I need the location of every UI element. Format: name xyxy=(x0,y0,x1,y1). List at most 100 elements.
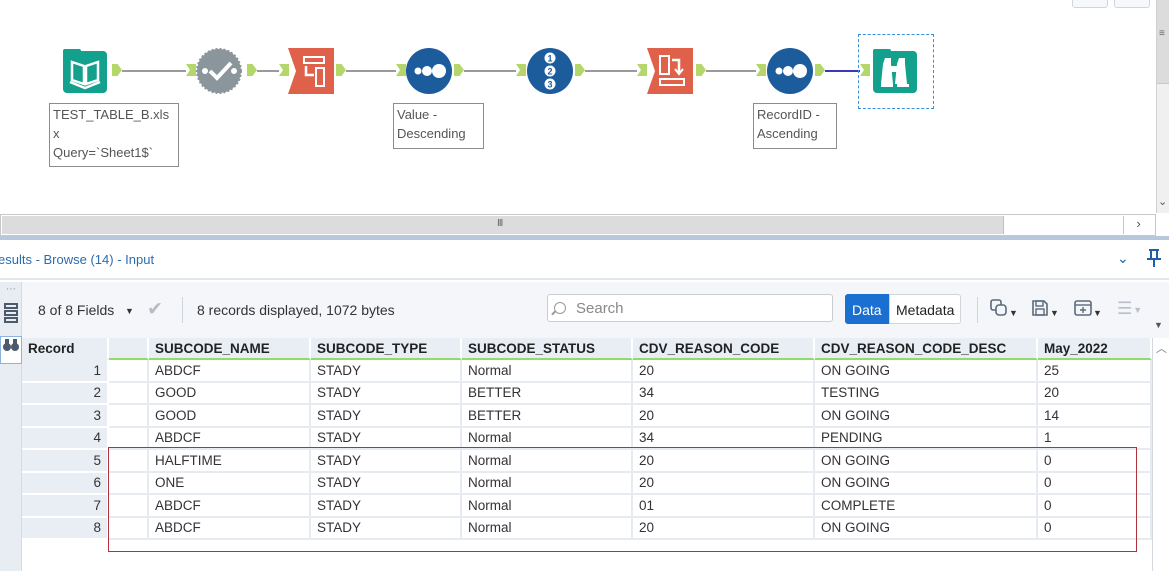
cell-cdv-reason-code[interactable]: 01 xyxy=(633,495,815,518)
cell-record-number[interactable]: 1 xyxy=(22,360,109,383)
cell-subcode-type[interactable]: STADY xyxy=(311,472,462,495)
checkmark-icon[interactable]: ✔ xyxy=(147,298,163,321)
input-anchor[interactable] xyxy=(396,64,406,76)
sort-tool-value[interactable] xyxy=(406,48,452,94)
transpose-tool[interactable] xyxy=(288,48,334,94)
tab-data[interactable]: Data xyxy=(845,294,889,324)
binoculars-icon[interactable] xyxy=(0,336,22,364)
cell-subcode-status[interactable]: Normal xyxy=(462,427,633,450)
browse-tool[interactable] xyxy=(872,48,918,94)
cell-cdv-reason-code-desc[interactable]: ON GOING xyxy=(815,472,1038,495)
cell-record-number[interactable]: 6 xyxy=(22,472,109,495)
output-anchor[interactable] xyxy=(815,64,825,76)
cell-subcode-status[interactable]: BETTER xyxy=(462,405,633,428)
table-row[interactable]: 1 ABDCF STADY Normal 20 ON GOING 25 xyxy=(22,360,1152,383)
scrollbar-thumb[interactable]: ≡ xyxy=(1157,0,1169,84)
grid-vertical-scrollbar[interactable]: ︿ xyxy=(1152,338,1169,571)
record-id-tool[interactable]: 1 2 3 xyxy=(527,48,573,94)
cell-record-number[interactable]: 2 xyxy=(22,382,109,405)
column-header-subcode-name[interactable]: SUBCODE_NAME xyxy=(149,338,311,360)
cell-cdv-reason-code-desc[interactable]: ON GOING xyxy=(815,405,1038,428)
cell-may-2022[interactable]: 0 xyxy=(1038,472,1152,495)
canvas-top-button-1[interactable] xyxy=(1072,0,1108,8)
table-row[interactable]: 7 ABDCF STADY Normal 01 COMPLETE 0 xyxy=(22,495,1152,518)
cell-subcode-status[interactable]: Normal xyxy=(462,360,633,383)
column-header-subcode-status[interactable]: SUBCODE_STATUS xyxy=(462,338,633,360)
cell-record-number[interactable]: 5 xyxy=(22,450,109,473)
tab-metadata[interactable]: Metadata xyxy=(889,294,962,324)
cell-may-2022[interactable]: 14 xyxy=(1038,405,1152,428)
workflow-canvas[interactable]: TEST_TABLE_B.xls x Query=`Sheet1$` Value… xyxy=(0,0,1169,238)
cell-blank[interactable] xyxy=(109,382,149,405)
cell-subcode-name[interactable]: ABDCF xyxy=(149,360,311,383)
input-anchor[interactable] xyxy=(516,64,526,76)
sort-tool-recordid[interactable] xyxy=(767,48,813,94)
scrollbar-thumb[interactable]: III xyxy=(2,216,1004,234)
fields-selector[interactable]: 8 of 8 Fields xyxy=(38,302,114,318)
cell-subcode-name[interactable]: ABDCF xyxy=(149,517,311,540)
table-row[interactable]: 3 GOOD STADY BETTER 20 ON GOING 14 xyxy=(22,405,1152,428)
pin-icon[interactable] xyxy=(1145,248,1163,273)
output-anchor[interactable] xyxy=(454,64,464,76)
cell-subcode-status[interactable]: Normal xyxy=(462,450,633,473)
cell-blank[interactable] xyxy=(109,450,149,473)
cell-subcode-name[interactable]: ABDCF xyxy=(149,427,311,450)
cell-may-2022[interactable]: 25 xyxy=(1038,360,1152,383)
cell-subcode-type[interactable]: STADY xyxy=(311,360,462,383)
cell-subcode-status[interactable]: Normal xyxy=(462,495,633,518)
cell-subcode-type[interactable]: STADY xyxy=(311,517,462,540)
cell-blank[interactable] xyxy=(109,427,149,450)
input-anchor[interactable] xyxy=(756,64,766,76)
cell-subcode-name[interactable]: ABDCF xyxy=(149,495,311,518)
chevron-right-icon[interactable]: › xyxy=(1123,216,1153,234)
cell-subcode-name[interactable]: GOOD xyxy=(149,382,311,405)
cell-record-number[interactable]: 8 xyxy=(22,517,109,540)
canvas-top-button-2[interactable] xyxy=(1114,0,1150,8)
cell-blank[interactable] xyxy=(109,517,149,540)
cell-subcode-type[interactable]: STADY xyxy=(311,450,462,473)
column-header-record[interactable]: Record xyxy=(22,338,109,360)
table-row[interactable]: 5 HALFTIME STADY Normal 20 ON GOING 0 xyxy=(22,450,1152,473)
cell-subcode-status[interactable]: BETTER xyxy=(462,382,633,405)
table-row[interactable]: 8 ABDCF STADY Normal 20 ON GOING 0 xyxy=(22,517,1152,540)
cell-subcode-name[interactable]: HALFTIME xyxy=(149,450,311,473)
copy-icon[interactable]: ▼ xyxy=(990,299,1018,322)
cell-cdv-reason-code[interactable]: 20 xyxy=(633,517,815,540)
cell-cdv-reason-code-desc[interactable]: ON GOING xyxy=(815,517,1038,540)
cell-blank[interactable] xyxy=(109,360,149,383)
cell-cdv-reason-code[interactable]: 20 xyxy=(633,405,815,428)
cell-subcode-type[interactable]: STADY xyxy=(311,382,462,405)
auto-field-tool[interactable] xyxy=(196,48,242,94)
cell-cdv-reason-code[interactable]: 20 xyxy=(633,450,815,473)
column-header-cdv-reason-code-desc[interactable]: CDV_REASON_CODE_DESC xyxy=(815,338,1038,360)
cell-subcode-type[interactable]: STADY xyxy=(311,427,462,450)
output-anchor[interactable] xyxy=(336,64,346,76)
cell-blank[interactable] xyxy=(109,405,149,428)
cell-blank[interactable] xyxy=(109,495,149,518)
cell-blank[interactable] xyxy=(109,472,149,495)
cell-cdv-reason-code-desc[interactable]: ON GOING xyxy=(815,450,1038,473)
output-anchor[interactable] xyxy=(575,64,585,76)
cell-subcode-type[interactable]: STADY xyxy=(311,405,462,428)
canvas-vertical-scrollbar[interactable]: ≡ ⌄ xyxy=(1156,0,1169,213)
cell-cdv-reason-code[interactable]: 20 xyxy=(633,360,815,383)
cell-cdv-reason-code-desc[interactable]: ON GOING xyxy=(815,360,1038,383)
search-box[interactable] xyxy=(547,294,833,322)
cell-subcode-name[interactable]: ONE xyxy=(149,472,311,495)
column-header-cdv-reason-code[interactable]: CDV_REASON_CODE xyxy=(633,338,815,360)
cell-record-number[interactable]: 4 xyxy=(22,427,109,450)
cell-may-2022[interactable]: 0 xyxy=(1038,517,1152,540)
list-view-icon[interactable] xyxy=(0,302,22,329)
drag-handle-icon[interactable]: ⋯ xyxy=(0,284,22,295)
cell-may-2022[interactable]: 0 xyxy=(1038,450,1152,473)
menu-icon[interactable]: ☰▼ xyxy=(1117,299,1142,319)
table-row[interactable]: 4 ABDCF STADY Normal 34 PENDING 1 xyxy=(22,427,1152,450)
column-header-subcode-type[interactable]: SUBCODE_TYPE xyxy=(311,338,462,360)
cell-may-2022[interactable]: 1 xyxy=(1038,427,1152,450)
output-anchor[interactable] xyxy=(247,64,257,76)
column-header-may-2022[interactable]: May_2022 xyxy=(1038,338,1152,360)
canvas-horizontal-scrollbar[interactable]: III › xyxy=(0,214,1156,236)
cell-record-number[interactable]: 3 xyxy=(22,405,109,428)
cell-cdv-reason-code[interactable]: 20 xyxy=(633,472,815,495)
cell-cdv-reason-code[interactable]: 34 xyxy=(633,427,815,450)
